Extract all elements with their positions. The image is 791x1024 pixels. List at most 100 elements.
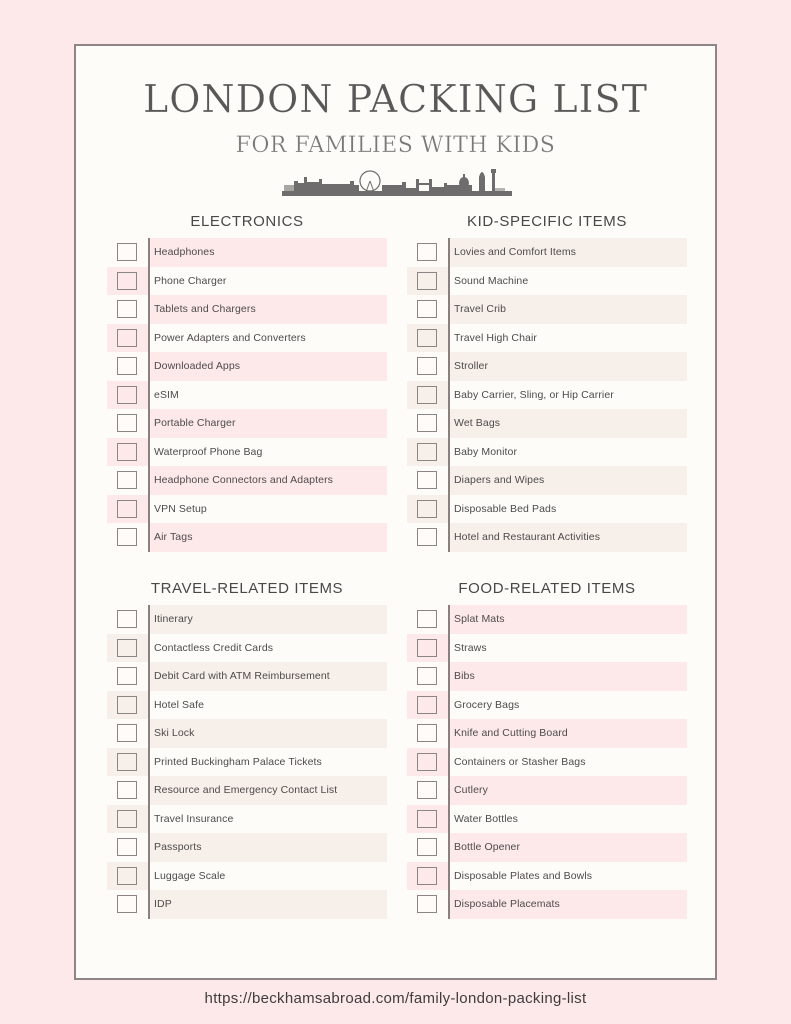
item-checkbox[interactable] — [417, 752, 437, 771]
item-label: Baby Carrier, Sling, or Hip Carrier — [454, 388, 614, 401]
item-checkbox[interactable] — [117, 781, 137, 799]
item-label: Itinerary — [149, 605, 387, 634]
source-url[interactable]: https://beckhamsabroad.com/family-london… — [0, 990, 791, 1007]
item-checkbox[interactable] — [417, 610, 437, 628]
checkbox-cell — [107, 776, 149, 805]
section-title: TRAVEL-RELATED ITEMS — [150, 580, 344, 597]
item-checkbox[interactable] — [117, 866, 137, 885]
checkbox-cell — [407, 437, 449, 466]
item-label: eSIM — [154, 388, 179, 401]
item-checkbox[interactable] — [417, 300, 437, 318]
item-checkbox[interactable] — [117, 724, 137, 742]
checkbox-cell — [407, 238, 449, 267]
item-checkbox[interactable] — [117, 442, 137, 461]
checkbox-cell — [107, 747, 149, 776]
checkbox-cell — [107, 662, 149, 691]
item-checkbox[interactable] — [117, 752, 137, 771]
checkbox-cell — [107, 409, 149, 438]
item-checkbox[interactable] — [117, 838, 137, 856]
checkbox-cell — [107, 890, 149, 919]
item-checkbox[interactable] — [417, 442, 437, 461]
item-checkbox[interactable] — [417, 471, 437, 489]
london-skyline-icon — [282, 169, 512, 196]
item-checkbox[interactable] — [417, 328, 437, 347]
item-label: Hotel Safe — [154, 698, 205, 711]
checklist: Lovies and Comfort Items Sound Machine Tra… — [407, 238, 687, 552]
item-checkbox[interactable] — [117, 667, 137, 685]
checkbox-cell — [107, 861, 149, 890]
item-checkbox[interactable] — [417, 895, 437, 913]
checkbox-cell — [107, 295, 149, 324]
item-checkbox[interactable] — [117, 271, 137, 290]
item-checkbox[interactable] — [417, 243, 437, 261]
item-checkbox[interactable] — [417, 528, 437, 546]
item-label: Hotel and Restaurant Activities — [449, 523, 687, 552]
item-label: Knife and Cutting Board — [449, 719, 687, 748]
item-label: Travel High Chair — [454, 331, 538, 344]
item-label: Disposable Plates and Bowls — [454, 869, 593, 882]
checklist: Headphones Phone Charger Tablets and Charg… — [107, 238, 387, 552]
item-checkbox[interactable] — [117, 414, 137, 432]
item-checkbox[interactable] — [117, 471, 137, 489]
item-checkbox[interactable] — [117, 638, 137, 657]
checkbox-cell — [407, 633, 449, 662]
item-checkbox[interactable] — [417, 414, 437, 432]
item-label: Straws — [454, 641, 487, 654]
item-label: Diapers and Wipes — [449, 466, 687, 495]
checkbox-cell — [407, 833, 449, 862]
checkbox-cell — [407, 776, 449, 805]
item-label: Resource and Emergency Contact List — [149, 776, 387, 805]
checkbox-cell — [107, 466, 149, 495]
checkbox-cell — [407, 380, 449, 409]
item-checkbox[interactable] — [417, 695, 437, 714]
item-checkbox[interactable] — [417, 838, 437, 856]
item-checkbox[interactable] — [117, 243, 137, 261]
item-checkbox[interactable] — [417, 638, 437, 657]
checkbox-cell — [407, 494, 449, 523]
checkbox-cell — [407, 861, 449, 890]
item-label: Contactless Credit Cards — [154, 641, 274, 654]
item-label: Lovies and Comfort Items — [449, 238, 687, 267]
item-checkbox[interactable] — [417, 271, 437, 290]
item-label: Passports — [149, 833, 387, 862]
item-checkbox[interactable] — [417, 357, 437, 375]
item-checkbox[interactable] — [117, 328, 137, 347]
item-label: Baby Monitor — [454, 445, 518, 458]
item-checkbox[interactable] — [117, 528, 137, 546]
checkbox-cell — [107, 833, 149, 862]
checkbox-cell — [107, 605, 149, 634]
column-divider — [148, 238, 150, 552]
item-checkbox[interactable] — [117, 499, 137, 518]
item-checkbox[interactable] — [117, 300, 137, 318]
item-checkbox[interactable] — [417, 809, 437, 828]
checkbox-cell — [107, 266, 149, 295]
item-label: Power Adapters and Converters — [154, 331, 306, 344]
item-label: Headphone Connectors and Adapters — [149, 466, 387, 495]
item-checkbox[interactable] — [117, 385, 137, 404]
item-checkbox[interactable] — [117, 610, 137, 628]
item-label: Waterproof Phone Bag — [154, 445, 263, 458]
item-checkbox[interactable] — [417, 781, 437, 799]
column-divider — [148, 605, 150, 919]
item-checkbox[interactable] — [117, 695, 137, 714]
item-checkbox[interactable] — [417, 866, 437, 885]
checkbox-cell — [407, 804, 449, 833]
checkbox-cell — [407, 523, 449, 552]
checkbox-cell — [107, 323, 149, 352]
item-checkbox[interactable] — [417, 499, 437, 518]
item-label: Air Tags — [149, 523, 387, 552]
section-title: FOOD-RELATED ITEMS — [458, 580, 636, 597]
item-label: Luggage Scale — [154, 869, 226, 882]
item-label: Disposable Bed Pads — [454, 502, 557, 515]
item-label: Water Bottles — [454, 812, 518, 825]
checkbox-cell — [407, 719, 449, 748]
item-checkbox[interactable] — [117, 895, 137, 913]
item-checkbox[interactable] — [117, 357, 137, 375]
item-checkbox[interactable] — [117, 809, 137, 828]
item-checkbox[interactable] — [417, 667, 437, 685]
item-checkbox[interactable] — [417, 724, 437, 742]
item-label: Stroller — [449, 352, 687, 381]
checkbox-cell — [407, 662, 449, 691]
item-checkbox[interactable] — [417, 385, 437, 404]
item-label: Portable Charger — [149, 409, 387, 438]
